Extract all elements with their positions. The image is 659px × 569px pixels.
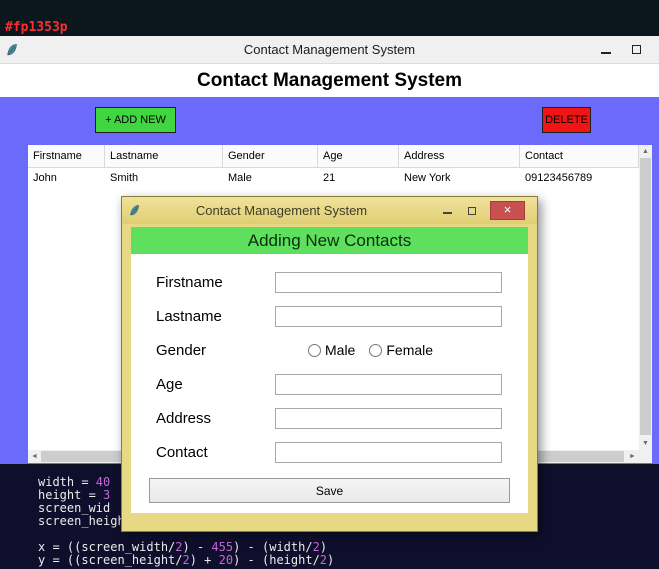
lastname-input[interactable] (275, 305, 502, 327)
maximize-icon[interactable] (629, 43, 643, 57)
cell-firstname: John (33, 172, 57, 184)
lastname-label: Lastname (156, 307, 222, 325)
background-editor-top: #fp1353p (0, 0, 659, 36)
delete-button[interactable]: DELETE (542, 107, 591, 133)
gender-option-male[interactable]: Male (308, 342, 355, 358)
add-new-button[interactable]: + ADD NEW (95, 107, 176, 133)
add-contact-dialog: Contact Management System × Adding New C… (121, 196, 538, 532)
table-header: Firstname Lastname Gender Age Address Co… (28, 145, 639, 168)
save-button[interactable]: Save (149, 478, 510, 503)
screen: #fp1353p Contact Management System Conta… (0, 0, 659, 569)
cell-lastname: Smith (110, 172, 139, 184)
scroll-up-icon[interactable]: ▲ (639, 145, 652, 158)
gender-option-female[interactable]: Female (369, 342, 433, 358)
page-title: Contact Management System (0, 64, 659, 97)
male-radio-label: Male (325, 342, 356, 358)
main-titlebar: Contact Management System (0, 36, 659, 64)
age-label: Age (156, 375, 183, 393)
column-header-address[interactable]: Address (399, 145, 520, 168)
address-input[interactable] (275, 407, 502, 429)
vertical-scrollbar[interactable]: ▲ ▼ (639, 145, 652, 450)
dialog-titlebar: Contact Management System × (122, 197, 537, 224)
column-header-firstname[interactable]: Firstname (28, 145, 105, 168)
address-label: Address (156, 409, 212, 427)
cell-contact: 09123456789 (525, 172, 593, 184)
window-controls (599, 36, 643, 63)
form-row-address: Address (156, 406, 502, 430)
scroll-down-icon[interactable]: ▼ (639, 437, 652, 450)
cell-age: 21 (323, 172, 336, 184)
column-header-age[interactable]: Age (318, 145, 399, 168)
firstname-input[interactable] (275, 271, 502, 293)
gender-radio-group: Male Female (275, 342, 433, 358)
form-row-age: Age (156, 372, 502, 396)
dialog-maximize-icon[interactable] (465, 204, 479, 218)
code-line: y = ((screen_height/2) + 20) - (height/2… (38, 553, 335, 567)
firstname-label: Firstname (156, 273, 223, 291)
dialog-header: Adding New Contacts (131, 227, 528, 254)
age-input[interactable] (275, 373, 502, 395)
form-row-lastname: Lastname (156, 304, 502, 328)
dialog-close-icon[interactable]: × (490, 201, 525, 220)
cell-address: New York (404, 172, 451, 184)
main-window-title: Contact Management System (243, 42, 416, 57)
dialog-title: Contact Management System (195, 203, 368, 218)
dialog-window-controls: × (440, 197, 525, 224)
scroll-right-icon[interactable]: ► (626, 450, 639, 463)
contact-label: Contact (156, 443, 208, 461)
dialog-feather-icon (128, 204, 141, 217)
dialog-form: Firstname Lastname Gender Male Female Ag… (131, 254, 528, 513)
dialog-minimize-icon[interactable] (440, 204, 454, 218)
form-row-contact: Contact (156, 440, 502, 464)
column-header-lastname[interactable]: Lastname (105, 145, 223, 168)
female-radio-label: Female (386, 342, 434, 358)
female-radio[interactable] (369, 343, 383, 357)
minimize-icon[interactable] (599, 43, 613, 57)
contact-input[interactable] (275, 441, 502, 463)
scrollbar-corner (639, 450, 652, 463)
table-row[interactable]: John Smith Male 21 New York 09123456789 (28, 168, 639, 188)
code-fragment-red: #fp1353p (5, 20, 68, 35)
column-header-contact[interactable]: Contact (520, 145, 639, 168)
gender-label: Gender (156, 341, 207, 359)
form-row-firstname: Firstname (156, 270, 502, 294)
male-radio[interactable] (308, 343, 321, 357)
form-row-gender: Gender Male Female (156, 338, 502, 362)
vertical-scroll-thumb[interactable] (640, 158, 651, 435)
scroll-left-icon[interactable]: ◄ (28, 450, 41, 463)
column-header-gender[interactable]: Gender (223, 145, 318, 168)
cell-gender: Male (228, 172, 252, 184)
